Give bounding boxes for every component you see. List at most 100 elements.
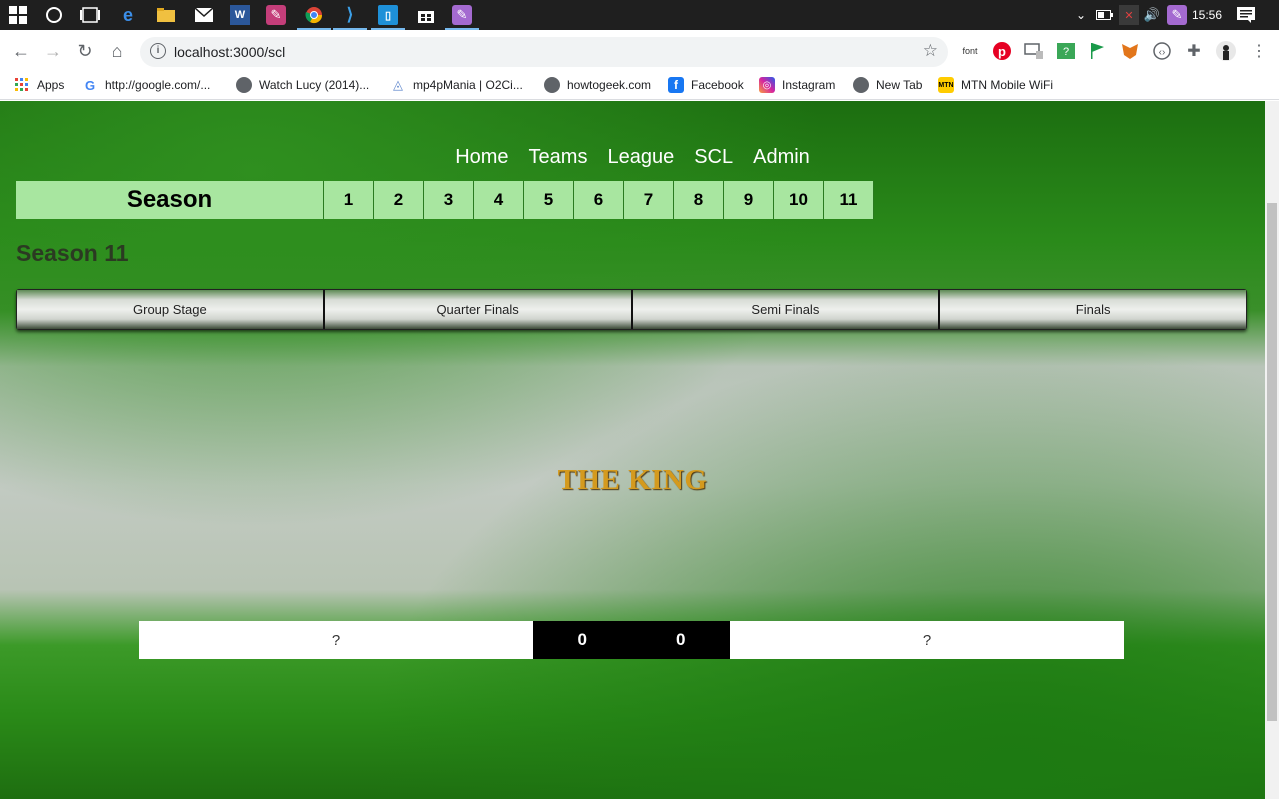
bookmark-instagram[interactable]: ◎ Instagram <box>759 77 835 93</box>
profile-avatar[interactable] <box>1216 41 1236 61</box>
tab-finals[interactable]: Finals <box>940 290 1246 329</box>
page-viewport: Home Teams League SCL Admin Season 1 2 3… <box>0 101 1265 799</box>
paint-app-icon-2[interactable]: ✎ <box>452 5 472 25</box>
season-button-2[interactable]: 2 <box>374 181 424 219</box>
clock[interactable]: 15:56 <box>1192 8 1222 22</box>
extensions-puzzle-icon[interactable]: ✚ <box>1184 41 1204 61</box>
bookmark-label: Watch Lucy (2014)... <box>259 78 370 92</box>
font-extension-icon[interactable]: font <box>960 41 980 61</box>
globe-icon <box>236 77 252 93</box>
season-button-4[interactable]: 4 <box>474 181 524 219</box>
home-icon[interactable]: ⌂ <box>106 40 128 62</box>
vscode-icon[interactable]: ⟩ <box>340 5 360 25</box>
instagram-icon: ◎ <box>759 77 775 93</box>
nav-scl[interactable]: SCL <box>684 146 743 169</box>
season-button-10[interactable]: 10 <box>774 181 824 219</box>
site-info-icon[interactable]: i <box>150 43 166 59</box>
edge-icon[interactable]: e <box>118 5 138 25</box>
tab-quarter-finals[interactable]: Quarter Finals <box>324 290 633 329</box>
bookmark-apps[interactable]: Apps <box>14 77 64 93</box>
cortana-search-icon[interactable] <box>44 5 64 25</box>
volume-icon[interactable]: 🔊 <box>1142 5 1162 25</box>
season-button-7[interactable]: 7 <box>624 181 674 219</box>
site-nav: Home Teams League SCL Admin <box>0 146 1265 169</box>
season-button-9[interactable]: 9 <box>724 181 774 219</box>
nav-admin[interactable]: Admin <box>743 146 820 169</box>
network-disconnected-icon[interactable]: ✕ <box>1119 5 1139 25</box>
chrome-icon[interactable] <box>304 5 324 25</box>
metamask-fox-icon[interactable] <box>1120 41 1140 61</box>
facebook-icon: f <box>668 77 684 93</box>
match-scoreboard: ? 0 0 ? <box>139 621 1124 659</box>
word-icon[interactable]: W <box>230 5 250 25</box>
bookmark-label: Facebook <box>691 78 744 92</box>
bookmark-label: http://google.com/... <box>105 78 211 92</box>
season-button-8[interactable]: 8 <box>674 181 724 219</box>
flag-extension-icon[interactable] <box>1088 41 1108 61</box>
tab-group-stage[interactable]: Group Stage <box>17 290 325 329</box>
home-team[interactable]: ? <box>139 621 533 659</box>
svg-text:p: p <box>998 44 1006 59</box>
address-bar[interactable]: i localhost:3000/scl ☆ <box>140 37 948 67</box>
app-icon[interactable]: ▯ <box>378 5 398 25</box>
mail-icon[interactable] <box>194 5 214 25</box>
season-selector: Season 1 2 3 4 5 6 7 8 9 10 11 <box>16 181 874 219</box>
windows-taskbar: e W ✎ ⟩ ▯ ✎ ⌄ ✕ 🔊 ✎ 15:56 <box>0 0 1279 30</box>
bookmark-label: Apps <box>37 78 65 92</box>
reload-icon[interactable]: ↻ <box>74 40 96 62</box>
url-text[interactable]: localhost:3000/scl <box>174 44 285 60</box>
nav-league[interactable]: League <box>597 146 684 169</box>
battery-icon[interactable] <box>1095 5 1115 25</box>
notifications-icon[interactable] <box>1236 5 1256 25</box>
bookmark-google[interactable]: G http://google.com/... <box>82 77 210 93</box>
task-view-icon[interactable] <box>80 5 100 25</box>
globe-icon <box>853 77 869 93</box>
nav-teams[interactable]: Teams <box>519 146 598 169</box>
home-score: 0 <box>533 621 632 659</box>
code-extension-icon[interactable]: ‹› <box>1152 41 1172 61</box>
cast-extension-icon[interactable] <box>1024 41 1044 61</box>
windows-start-icon[interactable] <box>8 5 28 25</box>
tray-app-icon[interactable]: ✎ <box>1167 5 1187 25</box>
forward-icon[interactable]: → <box>42 40 64 62</box>
bookmark-mp4pmania[interactable]: ◬ mp4pMania | O2Ci... <box>390 77 523 93</box>
page-scrollbar[interactable] <box>1265 101 1279 799</box>
store-icon[interactable] <box>416 5 436 25</box>
season-title: Season 11 <box>16 240 129 266</box>
season-button-11[interactable]: 11 <box>824 181 874 219</box>
bookmark-watch-lucy[interactable]: Watch Lucy (2014)... <box>236 77 369 93</box>
bookmark-mtn[interactable]: MTN MTN Mobile WiFi <box>938 77 1053 93</box>
bookmark-new-tab[interactable]: New Tab <box>853 77 922 93</box>
chevron-up-icon[interactable]: ⌄ <box>1071 5 1091 25</box>
google-icon: G <box>84 77 96 93</box>
globe-icon <box>544 77 560 93</box>
mp4pmania-icon: ◬ <box>393 77 403 92</box>
season-button-6[interactable]: 6 <box>574 181 624 219</box>
svg-text:?: ? <box>1063 46 1069 58</box>
pinterest-icon[interactable]: p <box>992 41 1012 61</box>
browser-toolbar: ← → ↻ ⌂ i localhost:3000/scl ☆ font p ? … <box>0 30 1279 72</box>
bookmarks-bar: Apps G http://google.com/... Watch Lucy … <box>0 72 1279 100</box>
away-score: 0 <box>631 621 730 659</box>
bookmark-howtogeek[interactable]: howtogeek.com <box>544 77 651 93</box>
away-team[interactable]: ? <box>730 621 1124 659</box>
tab-semi-finals[interactable]: Semi Finals <box>632 290 941 329</box>
season-button-5[interactable]: 5 <box>524 181 574 219</box>
season-label: Season <box>16 181 324 219</box>
season-button-1[interactable]: 1 <box>324 181 374 219</box>
menu-kebab-icon[interactable]: ⋮ <box>1249 41 1269 61</box>
scrollbar-thumb[interactable] <box>1267 203 1277 721</box>
season-button-3[interactable]: 3 <box>424 181 474 219</box>
bookmark-label: MTN Mobile WiFi <box>961 78 1053 92</box>
help-extension-icon[interactable]: ? <box>1056 41 1076 61</box>
nav-home[interactable]: Home <box>445 146 518 169</box>
svg-text:‹›: ‹› <box>1159 47 1166 58</box>
apps-grid-icon <box>14 77 30 93</box>
back-icon[interactable]: ← <box>10 40 32 62</box>
file-explorer-icon[interactable] <box>156 5 176 25</box>
mtn-icon: MTN <box>938 77 954 93</box>
paint-app-icon[interactable]: ✎ <box>266 5 286 25</box>
bookmark-star-icon[interactable]: ☆ <box>923 41 938 61</box>
bookmark-facebook[interactable]: f Facebook <box>668 77 744 93</box>
bookmark-label: Instagram <box>782 78 836 92</box>
